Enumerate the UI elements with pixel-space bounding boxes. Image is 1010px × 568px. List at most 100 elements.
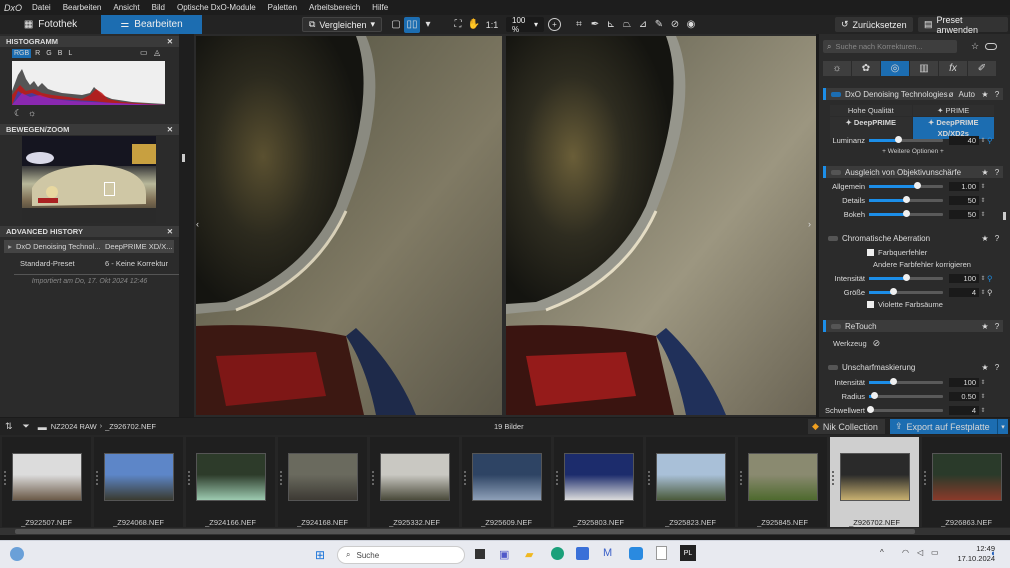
spinner-icon[interactable]: ⇕: [979, 379, 987, 386]
spinner-icon[interactable]: ⇕: [979, 275, 987, 282]
lens-slider[interactable]: [869, 196, 943, 203]
thumbnail-cell[interactable]: _Z926702.NEF: [830, 437, 919, 527]
spinner-icon[interactable]: ⇕: [979, 407, 987, 414]
chroma-size-knob[interactable]: [889, 288, 897, 295]
section-toggle[interactable]: [828, 235, 838, 241]
menu-palettes[interactable]: Paletten: [264, 3, 305, 12]
spinner-icon[interactable]: ⇕: [979, 137, 987, 144]
more-options-link[interactable]: + Weitere Optionen +: [823, 148, 1003, 155]
monitor-icon[interactable]: ▭: [140, 48, 148, 57]
channel-b[interactable]: B: [58, 50, 63, 57]
filter-icon[interactable]: ⏷: [23, 421, 30, 432]
photo-after[interactable]: [506, 36, 816, 415]
close-icon[interactable]: ✕: [167, 37, 173, 46]
star-icon[interactable]: ★: [979, 234, 991, 243]
zoom-select[interactable]: 100 % ▾: [506, 16, 544, 34]
edge-icon[interactable]: [551, 547, 564, 560]
thumbnail-cell[interactable]: _Z922507.NEF: [2, 437, 91, 527]
sort-icon[interactable]: ⇅: [5, 421, 13, 432]
lens-slider[interactable]: [869, 210, 943, 217]
photolab-icon[interactable]: PL: [680, 545, 696, 561]
chevron-right-icon[interactable]: ›: [808, 219, 811, 229]
chroma-intensity-slider[interactable]: [869, 274, 943, 281]
pipette-icon[interactable]: ⚲: [987, 136, 993, 145]
bandage-icon[interactable]: ⊘: [667, 17, 683, 33]
image-viewer[interactable]: ‹ ›: [194, 34, 816, 417]
effects-icon[interactable]: fx: [939, 61, 967, 76]
close-icon[interactable]: ✕: [167, 227, 173, 236]
folder-name[interactable]: NZ2024 RAW: [51, 422, 97, 431]
compare-button[interactable]: ⧉ Vergleichen ▾: [302, 17, 382, 32]
notepad-icon[interactable]: [656, 546, 667, 560]
spinner-icon[interactable]: ⇕: [979, 211, 987, 218]
thumbnail-image[interactable]: [748, 453, 818, 501]
taskbar-search[interactable]: ⌕ Suche: [337, 546, 465, 564]
retouch-section-header[interactable]: ReTouch ★ ?: [823, 320, 1003, 332]
ratio-button[interactable]: 1:1: [482, 17, 502, 33]
channel-g[interactable]: G: [46, 50, 51, 57]
help-icon[interactable]: ?: [991, 90, 1003, 99]
single-view-icon[interactable]: ▢: [388, 17, 404, 33]
weather-icon[interactable]: [10, 547, 24, 561]
apply-preset-button[interactable]: ▤ Preset anwenden: [918, 15, 1008, 35]
unsharp-slider-value[interactable]: 4: [949, 405, 979, 415]
thumbnail-cell[interactable]: _Z926863.NEF: [922, 437, 1010, 527]
filmstrip-scrollbar[interactable]: [0, 528, 1010, 535]
help-icon[interactable]: ?: [991, 168, 1003, 177]
tab-library[interactable]: ▦ Fotothek: [0, 15, 101, 34]
unsharp-section-header[interactable]: Unscharfmaskierung ★ ?: [823, 361, 1003, 373]
wifi-icon[interactable]: ◠: [902, 548, 909, 557]
mode-prime[interactable]: ✦ PRIME: [912, 105, 994, 116]
bandage-icon[interactable]: ⊘: [873, 338, 881, 349]
thumbnail-image[interactable]: [12, 453, 82, 501]
chroma-size-value[interactable]: 4: [949, 287, 979, 297]
clock-date[interactable]: 17.10.2024: [948, 554, 995, 563]
channel-r[interactable]: R: [35, 50, 40, 57]
section-toggle[interactable]: [831, 91, 841, 97]
search-field[interactable]: ⌕ Suche nach Korrekturen...: [823, 40, 957, 53]
lens-section-header[interactable]: Ausgleich von Objektivunschärfe ★ ?: [823, 166, 1003, 178]
thumbnail-image[interactable]: [104, 453, 174, 501]
menu-workspace[interactable]: Arbeitsbereich: [305, 3, 368, 12]
slider-knob[interactable]: [866, 406, 874, 413]
left-panel-handle[interactable]: [179, 34, 194, 417]
navigator-preview[interactable]: [22, 136, 156, 223]
section-toggle[interactable]: [831, 323, 841, 329]
lens-slider-value[interactable]: 50: [949, 209, 979, 219]
spinner-icon[interactable]: ⇕: [979, 197, 987, 204]
thumbnail-cell[interactable]: _Z925803.NEF: [554, 437, 643, 527]
thumbnail-image[interactable]: [196, 453, 266, 501]
task-view-icon[interactable]: [475, 549, 485, 559]
star-icon[interactable]: ★: [979, 322, 991, 331]
slider-knob[interactable]: [871, 392, 879, 399]
denoise-section-header[interactable]: DxO Denoising Technologies ø Auto ★ ?: [823, 88, 1003, 100]
spinner-icon[interactable]: ⇕: [979, 183, 987, 190]
slider-knob[interactable]: [913, 182, 921, 189]
store-icon[interactable]: [576, 547, 589, 560]
slider-knob[interactable]: [889, 378, 897, 385]
clock-time[interactable]: 12:49: [955, 544, 995, 553]
channel-rgb[interactable]: RGB: [12, 49, 32, 58]
chroma-section-header[interactable]: Chromatische Aberration ★ ?: [823, 232, 1003, 244]
menu-file[interactable]: Datei: [28, 3, 59, 12]
lens-slider-value[interactable]: 50: [949, 195, 979, 205]
chroma-size-slider[interactable]: [869, 288, 943, 295]
lens-slider-value[interactable]: 1.00: [949, 181, 979, 191]
repair-icon[interactable]: ✎: [651, 17, 667, 33]
chevron-down-icon[interactable]: ▾: [420, 17, 436, 33]
filmstrip[interactable]: _Z922507.NEF _Z924068.NEF _Z924166.NEF _Z92…: [0, 435, 1010, 535]
star-icon[interactable]: ★: [979, 90, 991, 99]
spinner-icon[interactable]: ⇕: [979, 289, 987, 296]
section-toggle[interactable]: [831, 169, 841, 175]
thumbnail-cell[interactable]: _Z925845.NEF: [738, 437, 827, 527]
star-icon[interactable]: ★: [979, 168, 991, 177]
menu-image[interactable]: Bild: [148, 3, 173, 12]
mode-high-quality[interactable]: Hohe Qualität: [830, 105, 912, 116]
eyedropper-icon[interactable]: ✒: [587, 17, 603, 33]
bell-icon[interactable]: ◖: [990, 548, 995, 558]
section-toggle[interactable]: [828, 364, 838, 370]
close-icon[interactable]: ✕: [167, 125, 173, 134]
reset-button[interactable]: ↺ Zurücksetzen: [835, 17, 913, 32]
chroma-intensity-value[interactable]: 100: [949, 273, 979, 283]
unsharp-slider[interactable]: [869, 392, 943, 399]
